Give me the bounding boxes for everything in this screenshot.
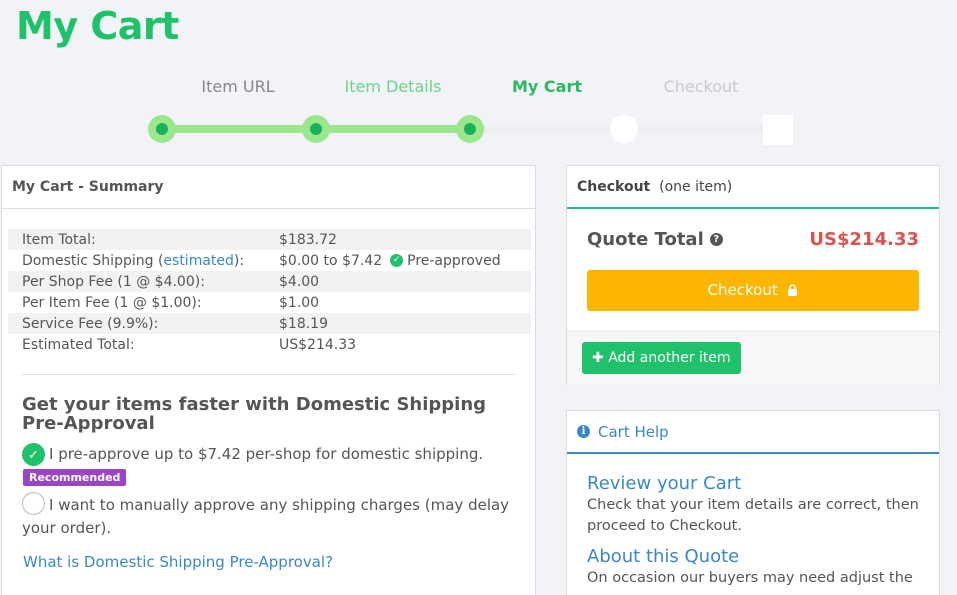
fee-value: $18.19	[279, 315, 328, 332]
plus-icon: ✚	[592, 350, 604, 366]
fee-value: $4.00	[279, 273, 320, 290]
what-is-preapproval-link[interactable]: What is Domestic Shipping Pre-Approval?	[23, 553, 333, 571]
fee-row-estimated-total: Estimated Total: US$214.33	[8, 334, 531, 355]
fee-label: Item Total:	[22, 231, 96, 248]
add-another-item-button[interactable]: ✚ Add another item	[582, 342, 741, 374]
fee-row-per-item: Per Item Fee (1 @ $1.00): $1.00	[8, 292, 531, 313]
help-section-title: About this Quote	[587, 546, 740, 567]
fee-row-domestic-shipping: Domestic Shipping (estimated): $0.00 to …	[8, 250, 531, 271]
step-dot-item-details	[302, 115, 330, 143]
check-circle-icon: ✓	[390, 254, 404, 267]
preapproval-heading: Get your items faster with Domestic Ship…	[22, 394, 487, 434]
estimated-link[interactable]: estimated	[163, 253, 234, 269]
fee-label-text: Domestic Shipping (	[22, 252, 164, 269]
preapprove-option-label[interactable]: I pre-approve up to $7.42 per-shop for d…	[49, 445, 483, 463]
help-section-title: Review your Cart	[587, 473, 742, 494]
fee-label: Per Item Fee (1 @ $1.00):	[22, 294, 202, 311]
checkout-footer: ✚ Add another item	[567, 331, 939, 385]
step-dot-my-cart	[456, 115, 484, 143]
recommended-badge: Recommended	[23, 469, 127, 486]
shipping-range: $0.00 to $7.42	[279, 252, 383, 269]
step-item-url: Item URL	[201, 77, 275, 96]
fee-row-per-shop: Per Shop Fee (1 @ $4.00): $4.00	[8, 271, 531, 292]
checkout-button-label: Checkout	[707, 281, 778, 299]
quote-total-text: Quote Total	[587, 229, 704, 250]
preapproved-status: Pre-approved	[407, 252, 501, 269]
divider	[22, 374, 516, 375]
info-icon: i	[577, 425, 590, 438]
fee-label: Estimated Total:	[22, 336, 135, 353]
page-title: My Cart	[16, 4, 179, 48]
fee-table: Item Total: $183.72 Domestic Shipping (e…	[8, 229, 531, 355]
fee-value: $1.00	[279, 294, 320, 311]
add-button-label: Add another item	[608, 350, 731, 366]
cart-help-header: i Cart Help	[567, 411, 939, 454]
checkout-header-title: Checkout	[577, 179, 651, 195]
fee-value: $0.00 to $7.42 ✓ Pre-approved	[279, 253, 501, 269]
fee-value: $183.72	[279, 231, 337, 248]
cart-help-panel: i Cart Help Review your Cart Check that …	[566, 410, 940, 595]
fee-value: US$214.33	[279, 336, 357, 353]
summary-header: My Cart - Summary	[2, 166, 535, 209]
quote-total-value: US$214.33	[809, 229, 919, 250]
step-my-cart: My Cart	[512, 77, 582, 96]
fee-label: Per Shop Fee (1 @ $4.00):	[22, 273, 205, 290]
checkout-button[interactable]: Checkout	[587, 270, 919, 311]
preapprove-radio-checked[interactable]: ✓	[22, 443, 45, 466]
fee-label: Service Fee (9.9%):	[22, 315, 159, 332]
step-dot-item-url	[148, 115, 176, 143]
checkout-panel: Checkout (one item) Quote Total ? US$214…	[566, 165, 940, 385]
checkout-item-count: (one item)	[659, 179, 733, 195]
step-item-details: Item Details	[344, 77, 442, 96]
fee-label: Domestic Shipping (estimated):	[8, 253, 279, 269]
manual-approve-option-label[interactable]: I want to manually approve any shipping …	[22, 494, 517, 540]
cart-summary-panel: My Cart - Summary Item Total: $183.72 Do…	[1, 165, 536, 595]
help-section-body: Check that your item details are correct…	[587, 497, 919, 534]
step-checkout: Checkout	[663, 77, 739, 96]
lock-icon	[788, 284, 798, 296]
fee-row-service-fee: Service Fee (9.9%): $18.19	[8, 313, 531, 334]
question-circle-icon[interactable]: ?	[709, 233, 723, 246]
fee-label-text: ):	[233, 252, 245, 269]
checkout-header: Checkout (one item)	[567, 166, 939, 209]
step-dot-checkout	[610, 115, 638, 143]
help-section-body: On occasion our buyers may need adjust t…	[587, 570, 913, 586]
cart-help-title: Cart Help	[598, 422, 669, 441]
step-finish-marker	[763, 115, 793, 145]
fee-row-item-total: Item Total: $183.72	[8, 229, 531, 250]
quote-total-label: Quote Total ?	[587, 229, 723, 250]
